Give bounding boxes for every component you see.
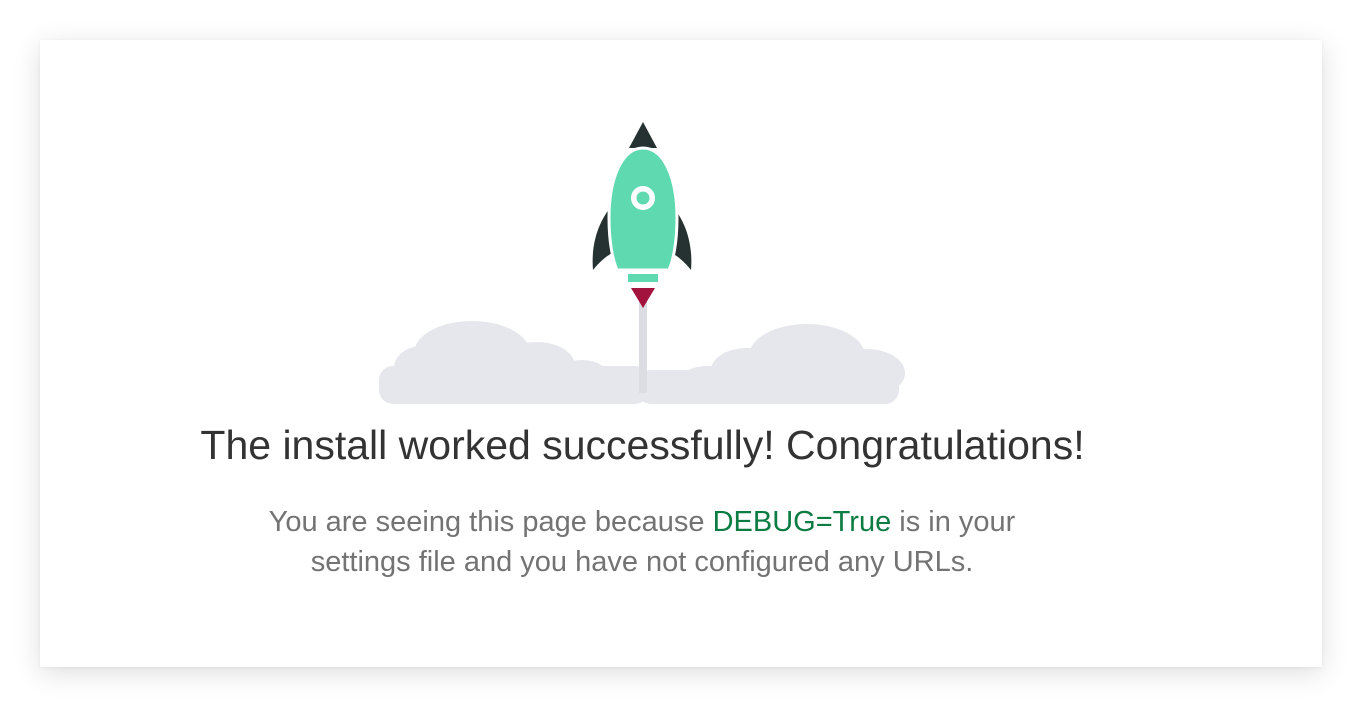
cloud-right-icon xyxy=(637,324,905,404)
debug-explanation-text: You are seeing this page because DEBUG=T… xyxy=(266,502,1018,582)
install-success-heading: The install worked successfully! Congrat… xyxy=(200,422,1085,468)
rocket-launch-illustration xyxy=(379,122,905,404)
debug-setting-code: DEBUG=True xyxy=(712,506,892,538)
explanation-text-start: You are seeing this page because xyxy=(268,506,713,538)
rocket-icon xyxy=(592,122,692,308)
welcome-card: The install worked successfully! Congrat… xyxy=(40,40,1322,667)
cloud-left-icon xyxy=(379,321,649,404)
